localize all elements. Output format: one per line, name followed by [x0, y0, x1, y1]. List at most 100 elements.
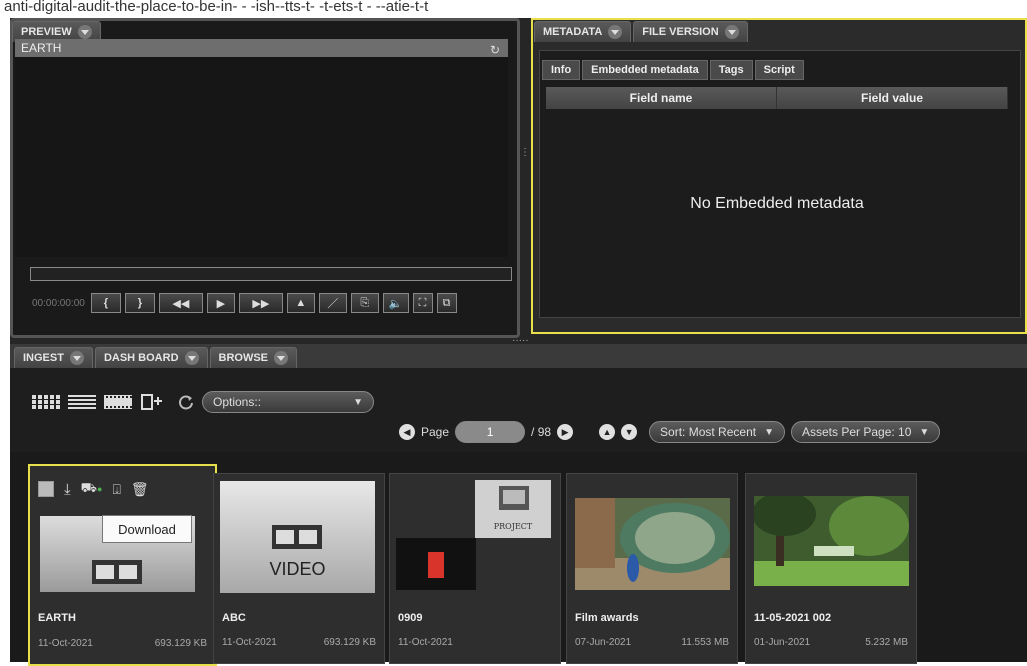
chevron-down-icon: ▼ — [353, 396, 363, 408]
project-badge: PROJECT — [475, 480, 551, 538]
subtab-embedded-metadata[interactable]: Embedded metadata — [582, 60, 708, 80]
asset-thumbnail: VIDEO — [220, 481, 375, 593]
asset-card[interactable]: PROJECT 0909 11-Oct-2021 — [389, 473, 561, 664]
timeline-scrubber[interactable] — [30, 267, 512, 281]
grid-view-icon[interactable] — [32, 395, 60, 409]
asset-card[interactable]: ⤓ ⛟● ⍗ 🗑 EARTH 11-Oct-2021 693.129 KB — [28, 464, 217, 666]
fast-forward-button[interactable]: ▶▶ — [238, 293, 283, 313]
tab-ingest-label: INGEST — [23, 352, 64, 364]
asset-card[interactable]: Film awards 07-Jun-2021 11.553 MB — [566, 473, 738, 664]
empty-state-text: No Embedded metadata — [690, 195, 864, 212]
tab-ingest[interactable]: INGEST — [14, 347, 93, 368]
view-mode-icons: Options:: ▼ — [32, 391, 374, 413]
tab-browse[interactable]: BROWSE — [209, 347, 298, 368]
chevron-down-icon[interactable] — [184, 351, 199, 365]
subtab-script[interactable]: Script — [754, 60, 804, 80]
add-to-collection-icon[interactable] — [140, 393, 162, 411]
popout-button[interactable]: ⧉ — [436, 293, 457, 313]
film-icon — [272, 525, 322, 549]
subtab-info[interactable]: Info — [542, 60, 581, 80]
tab-dashboard[interactable]: DASH BOARD — [94, 347, 208, 368]
column-header-field-value[interactable]: Field value — [777, 87, 1008, 109]
options-dropdown[interactable]: Options:: ▼ — [202, 391, 374, 413]
rewind-button[interactable]: ◀◀ — [158, 293, 203, 313]
list-view-icon[interactable] — [68, 395, 96, 409]
timecode: 00:00:00:00 — [32, 297, 85, 309]
thumbnail-label: VIDEO — [269, 559, 326, 579]
assets-per-page-label: Assets Per Page: 10 — [802, 425, 912, 439]
sort-descending-icon[interactable]: ▼ — [621, 424, 638, 440]
page-number-input[interactable]: 1 — [455, 421, 526, 443]
project-icon — [499, 486, 529, 510]
chevron-down-icon[interactable] — [69, 351, 84, 365]
asset-date: 07-Jun-2021 — [575, 637, 632, 648]
video-display[interactable] — [15, 57, 508, 257]
pagination: ◀ Page 1 / 98 ▶ ▲ ▼ Sort: Most Recent ▼ … — [399, 421, 941, 443]
film-icon — [428, 552, 444, 578]
sort-label: Sort: Most Recent — [660, 425, 757, 439]
up-arrow-button[interactable]: ▲ — [286, 293, 315, 313]
next-page-icon[interactable]: ▶ — [557, 424, 574, 440]
subtab-tags[interactable]: Tags — [709, 60, 753, 80]
select-checkbox[interactable] — [38, 481, 54, 497]
asset-date: 11-Oct-2021 — [38, 638, 93, 649]
asset-date: 01-Jun-2021 — [754, 637, 811, 648]
tab-browse-label: BROWSE — [218, 352, 269, 364]
chevron-down-icon: ▼ — [764, 426, 774, 438]
chevron-down-icon[interactable] — [274, 351, 289, 365]
asset-thumbnail — [396, 538, 476, 590]
asset-card[interactable]: 11-05-2021 002 01-Jun-2021 5.232 MB — [745, 473, 917, 664]
asset-name: ABC — [222, 612, 246, 624]
vertical-splitter[interactable]: ⋮ — [520, 148, 530, 180]
mark-in-button[interactable]: { — [90, 293, 121, 313]
asset-card[interactable]: VIDEO ABC 11-Oct-2021 693.129 KB — [213, 473, 385, 664]
options-label: Options:: — [213, 395, 262, 409]
tab-metadata[interactable]: METADATA — [534, 21, 632, 42]
download-icon[interactable]: ⤓ — [64, 481, 71, 498]
asset-date: 11-Oct-2021 — [222, 637, 277, 648]
snapshot-button[interactable]: ⎘ — [350, 293, 379, 313]
tab-dashboard-label: DASH BOARD — [103, 352, 179, 364]
draw-button[interactable]: ／ — [318, 293, 347, 313]
asset-size: 693.129 KB — [323, 637, 376, 648]
player-controls: 00:00:00:00 { } ◀◀ ▶ ▶▶ ▲ ／ ⎘ 🔈 ⛶ ⧉ — [32, 292, 457, 314]
asset-name: Film awards — [575, 612, 639, 624]
tab-preview-label: PREVIEW — [21, 26, 72, 38]
thumbnail-label: PROJECT — [493, 522, 533, 531]
asset-name: 11-05-2021 002 — [754, 612, 832, 624]
page-total: / 98 — [531, 425, 552, 439]
card-action-icons: ⤓ ⛟● ⍗ 🗑 — [38, 480, 149, 498]
archive-icon[interactable]: ⍗ — [112, 481, 120, 498]
refresh-icon[interactable] — [178, 394, 194, 410]
film-icon — [92, 560, 142, 584]
chevron-down-icon[interactable] — [724, 25, 739, 39]
tab-file-version-label: FILE VERSION — [642, 26, 719, 38]
preview-clip-title-bar: EARTH ↻ — [15, 39, 508, 57]
lower-tabbar: INGEST DASH BOARD BROWSE — [14, 346, 298, 368]
play-button[interactable]: ▶ — [206, 293, 235, 313]
asset-thumbnail — [754, 496, 909, 586]
sort-ascending-icon[interactable]: ▲ — [599, 424, 616, 440]
add-to-cart-icon[interactable]: ⛟● — [81, 480, 103, 498]
mark-out-button[interactable]: } — [124, 293, 155, 313]
fullscreen-button[interactable]: ⛶ — [412, 293, 433, 313]
asset-date: 11-Oct-2021 — [398, 637, 453, 648]
asset-size: 5.232 MB — [865, 637, 908, 648]
volume-button[interactable]: 🔈 — [382, 293, 409, 313]
delete-icon[interactable]: 🗑 — [131, 481, 149, 498]
tab-metadata-label: METADATA — [543, 26, 603, 38]
background-page-text: anti-digital-audit-the-place-to-be-in- -… — [4, 0, 429, 15]
chevron-down-icon[interactable] — [77, 25, 92, 39]
previous-page-icon[interactable]: ◀ — [399, 424, 415, 440]
asset-thumbnail — [575, 498, 730, 590]
column-header-field-name[interactable]: Field name — [546, 87, 777, 109]
download-tooltip: Download — [102, 515, 192, 543]
sort-dropdown[interactable]: Sort: Most Recent ▼ — [649, 421, 785, 443]
clip-title: EARTH — [21, 41, 62, 55]
filmstrip-view-icon[interactable] — [104, 395, 132, 409]
tab-file-version[interactable]: FILE VERSION — [633, 21, 748, 42]
asset-name: 0909 — [398, 612, 423, 624]
metadata-tabbar: METADATA FILE VERSION — [534, 20, 748, 42]
assets-per-page-dropdown[interactable]: Assets Per Page: 10 ▼ — [791, 421, 941, 443]
chevron-down-icon[interactable] — [608, 25, 623, 39]
